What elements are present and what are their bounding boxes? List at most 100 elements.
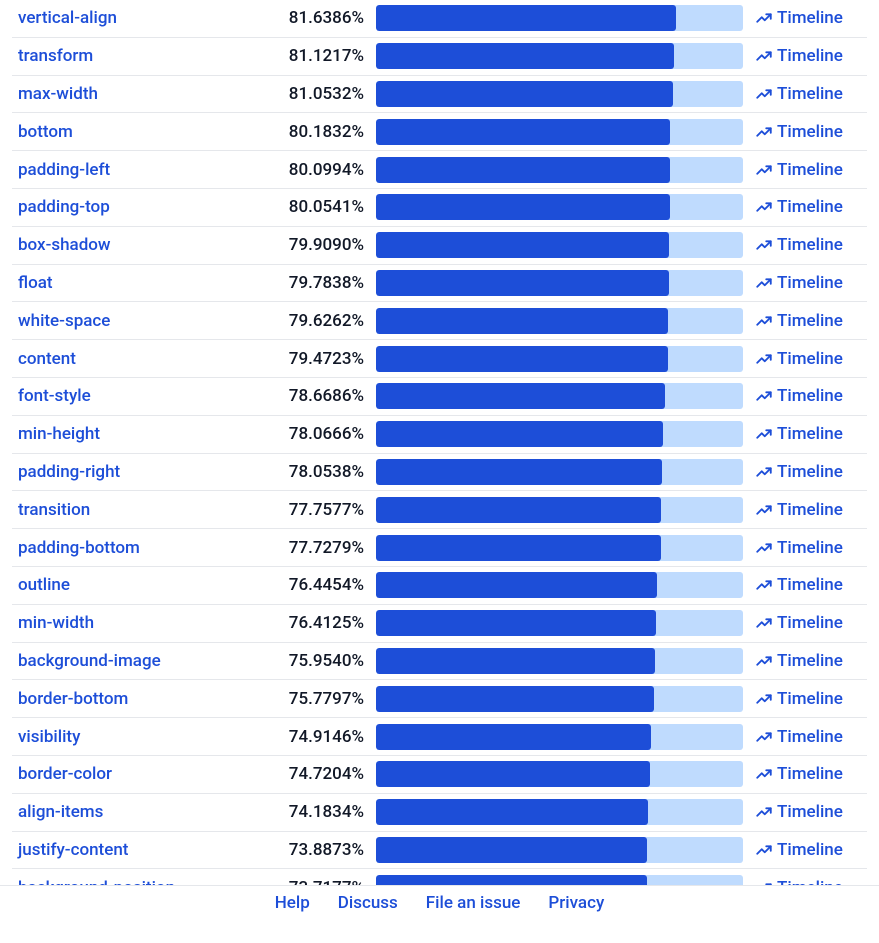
percent-value: 77.7577% [260, 500, 364, 520]
timeline-cell: Timeline [755, 424, 867, 444]
percent-bar [376, 346, 743, 372]
property-link[interactable]: box-shadow [18, 235, 111, 255]
property-link[interactable]: content [18, 349, 76, 369]
percent-bar-fill [376, 194, 670, 220]
footer-discuss-link[interactable]: Discuss [338, 893, 398, 913]
property-name-cell: float [12, 273, 248, 293]
timeline-cell: Timeline [755, 575, 867, 595]
property-link[interactable]: transform [18, 46, 93, 66]
timeline-icon [755, 614, 773, 632]
timeline-label: Timeline [777, 197, 843, 217]
timeline-link[interactable]: Timeline [755, 197, 843, 217]
percent-bar-fill [376, 5, 676, 31]
timeline-link[interactable]: Timeline [755, 311, 843, 331]
percent-bar-fill [376, 459, 662, 485]
percent-bar-fill [376, 648, 655, 674]
property-link[interactable]: padding-top [18, 197, 110, 217]
footer-file-issue-link[interactable]: File an issue [426, 893, 521, 913]
timeline-icon [755, 9, 773, 27]
property-link[interactable]: padding-bottom [18, 538, 140, 558]
timeline-link[interactable]: Timeline [755, 273, 843, 293]
property-link[interactable]: float [18, 273, 53, 293]
timeline-label: Timeline [777, 651, 843, 671]
percent-bar-fill [376, 232, 669, 258]
table-row: transition 77.7577% Timeline [12, 491, 867, 529]
property-link[interactable]: font-style [18, 386, 91, 406]
timeline-link[interactable]: Timeline [755, 462, 843, 482]
timeline-link[interactable]: Timeline [755, 122, 843, 142]
timeline-link[interactable]: Timeline [755, 538, 843, 558]
footer-help-link[interactable]: Help [275, 893, 310, 913]
table-row: min-height 78.0666% Timeline [12, 416, 867, 454]
percent-bar-fill [376, 81, 673, 107]
timeline-link[interactable]: Timeline [755, 160, 843, 180]
percent-value: 80.0994% [260, 160, 364, 180]
timeline-icon [755, 501, 773, 519]
property-link[interactable]: min-height [18, 424, 100, 444]
timeline-icon [755, 350, 773, 368]
percent-bar [376, 81, 743, 107]
timeline-link[interactable]: Timeline [755, 84, 843, 104]
table-row: box-shadow 79.9090% Timeline [12, 227, 867, 265]
percent-bar [376, 572, 743, 598]
timeline-label: Timeline [777, 727, 843, 747]
percent-value: 78.0666% [260, 424, 364, 444]
table-row: align-items 74.1834% Timeline [12, 794, 867, 832]
timeline-link[interactable]: Timeline [755, 235, 843, 255]
timeline-icon [755, 728, 773, 746]
percent-bar [376, 43, 743, 69]
property-link[interactable]: outline [18, 575, 70, 595]
property-name-cell: vertical-align [12, 8, 248, 28]
timeline-cell: Timeline [755, 689, 867, 709]
timeline-label: Timeline [777, 689, 843, 709]
property-link[interactable]: padding-right [18, 462, 120, 482]
timeline-icon [755, 198, 773, 216]
property-link[interactable]: bottom [18, 122, 73, 142]
percent-bar-fill [376, 535, 661, 561]
percent-value: 80.0541% [260, 197, 364, 217]
timeline-icon [755, 690, 773, 708]
footer-privacy-link[interactable]: Privacy [548, 893, 604, 913]
property-link[interactable]: white-space [18, 311, 110, 331]
property-link[interactable]: align-items [18, 802, 103, 822]
property-link[interactable]: border-color [18, 764, 112, 784]
timeline-link[interactable]: Timeline [755, 500, 843, 520]
timeline-link[interactable]: Timeline [755, 46, 843, 66]
timeline-link[interactable]: Timeline [755, 840, 843, 860]
property-link[interactable]: background-image [18, 651, 161, 671]
timeline-link[interactable]: Timeline [755, 349, 843, 369]
property-link[interactable]: max-width [18, 84, 98, 104]
property-link[interactable]: transition [18, 500, 90, 520]
timeline-link[interactable]: Timeline [755, 764, 843, 784]
timeline-label: Timeline [777, 122, 843, 142]
property-link[interactable]: padding-left [18, 160, 110, 180]
percent-bar [376, 497, 743, 523]
property-name-cell: bottom [12, 122, 248, 142]
table-row: float79.7838%Timeline [12, 265, 867, 303]
timeline-label: Timeline [777, 273, 843, 293]
property-link[interactable]: min-width [18, 613, 94, 633]
property-link[interactable]: visibility [18, 727, 80, 747]
timeline-link[interactable]: Timeline [755, 802, 843, 822]
timeline-link[interactable]: Timeline [755, 689, 843, 709]
table-row: background-image75.9540%Timeline [12, 643, 867, 681]
timeline-link[interactable]: Timeline [755, 8, 843, 28]
timeline-link[interactable]: Timeline [755, 575, 843, 595]
timeline-icon [755, 765, 773, 783]
timeline-link[interactable]: Timeline [755, 613, 843, 633]
timeline-link[interactable]: Timeline [755, 727, 843, 747]
timeline-icon [755, 161, 773, 179]
percent-bar [376, 610, 743, 636]
property-link[interactable]: border-bottom [18, 689, 128, 709]
percent-value: 74.1834% [260, 802, 364, 822]
timeline-label: Timeline [777, 311, 843, 331]
timeline-link[interactable]: Timeline [755, 386, 843, 406]
timeline-link[interactable]: Timeline [755, 424, 843, 444]
timeline-cell: Timeline [755, 84, 867, 104]
property-link[interactable]: vertical-align [18, 8, 117, 28]
percent-bar [376, 194, 743, 220]
property-link[interactable]: justify-content [18, 840, 128, 860]
timeline-cell: Timeline [755, 197, 867, 217]
percent-value: 79.9090% [260, 235, 364, 255]
timeline-link[interactable]: Timeline [755, 651, 843, 671]
